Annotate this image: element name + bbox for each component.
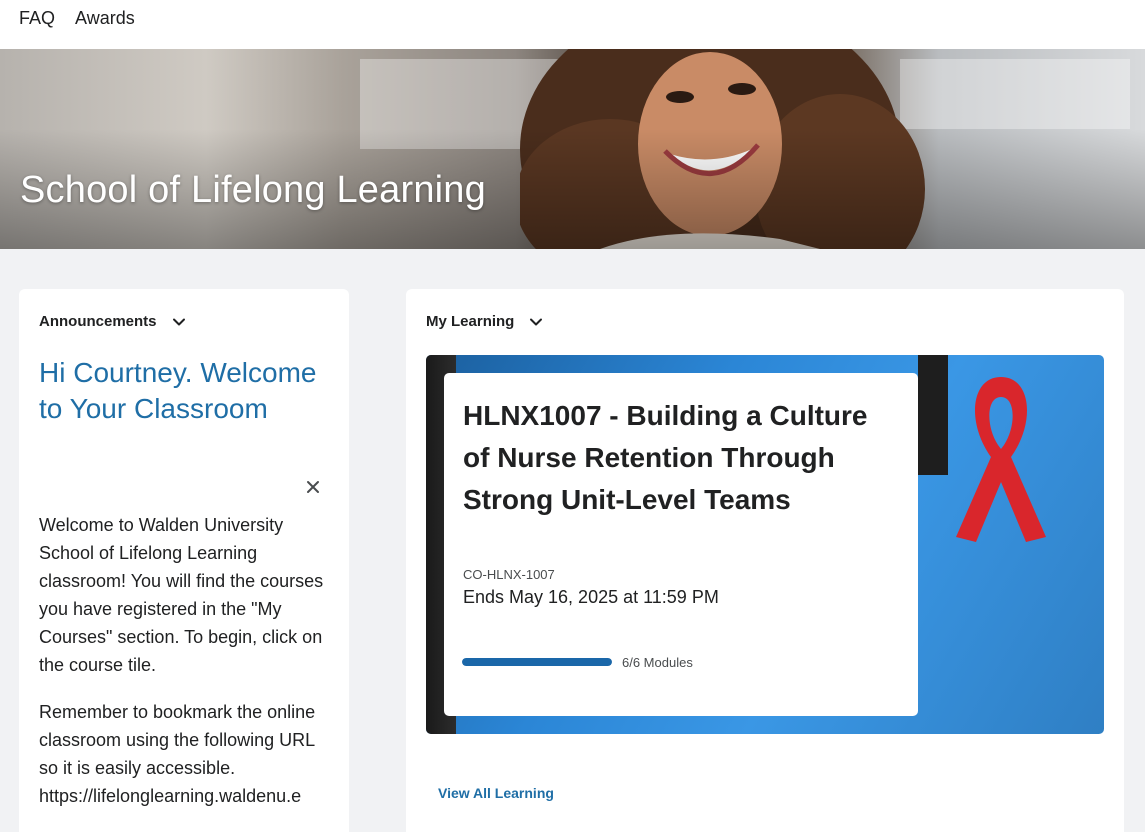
announcement-body: Welcome to Walden University School of L… <box>39 511 329 829</box>
close-icon[interactable] <box>305 479 321 495</box>
nav-link-awards[interactable]: Awards <box>75 6 135 30</box>
course-tile[interactable]: HLNX1007 - Building a Culture of Nurse R… <box>426 355 1104 734</box>
nav-link-faq[interactable]: FAQ <box>19 6 55 30</box>
announcement-title[interactable]: Hi Courtney. Welcome to Your Classroom <box>39 355 319 427</box>
course-card[interactable]: HLNX1007 - Building a Culture of Nurse R… <box>444 373 918 716</box>
chevron-down-icon[interactable] <box>528 314 544 330</box>
chevron-down-icon[interactable] <box>171 314 187 330</box>
announcement-url[interactable]: https://lifelonglearning.waldenu.e <box>39 782 329 810</box>
page-title: School of Lifelong Learning <box>20 169 486 211</box>
my-learning-panel: My Learning HLNX1007 - Building a Cultur… <box>406 289 1124 832</box>
my-learning-header[interactable]: My Learning <box>426 313 544 330</box>
announcement-paragraph: Welcome to Walden University School of L… <box>39 515 324 675</box>
top-nav: FAQ Awards <box>0 0 1145 49</box>
tile-image-strap <box>918 355 948 475</box>
awareness-ribbon-icon <box>956 377 1046 542</box>
course-end-date: Ends May 16, 2025 at 11:59 PM <box>463 587 719 607</box>
my-learning-heading: My Learning <box>426 313 515 330</box>
announcement-paragraph: Remember to bookmark the online classroo… <box>39 698 329 810</box>
course-progress-fill <box>462 658 612 666</box>
announcement-text: Remember to bookmark the online classroo… <box>39 702 316 778</box>
course-code: CO-HLNX-1007 <box>463 567 555 582</box>
announcements-header[interactable]: Announcements <box>39 313 187 330</box>
course-progress-bar <box>462 658 612 666</box>
view-all-learning-link[interactable]: View All Learning <box>438 785 554 801</box>
course-title[interactable]: HLNX1007 - Building a Culture of Nurse R… <box>463 395 883 521</box>
announcements-heading: Announcements <box>39 313 157 330</box>
course-modules-count: 6/6 Modules <box>622 655 693 670</box>
hero-banner: School of Lifelong Learning <box>0 49 1145 249</box>
announcements-panel: Announcements Hi Courtney. Welcome to Yo… <box>19 289 349 832</box>
